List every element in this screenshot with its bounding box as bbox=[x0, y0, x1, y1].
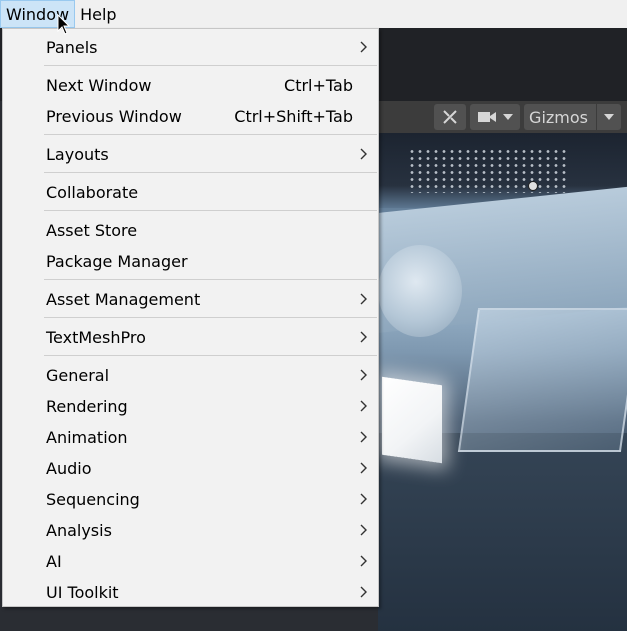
menu-item-label: Panels bbox=[46, 38, 98, 57]
scene-view[interactable] bbox=[378, 133, 627, 631]
menu-separator bbox=[44, 355, 377, 356]
menu-item-previous-window[interactable]: Previous Window Ctrl+Shift+Tab bbox=[3, 101, 378, 132]
gizmos-dropdown-icon[interactable] bbox=[596, 104, 621, 130]
chevron-right-icon bbox=[360, 331, 367, 343]
menu-item-label: Asset Management bbox=[46, 290, 201, 309]
menu-item-asset-management[interactable]: Asset Management bbox=[3, 284, 378, 315]
menu-item-package-manager[interactable]: Package Manager bbox=[3, 246, 378, 277]
chevron-right-icon bbox=[360, 524, 367, 536]
menu-item-textmeshpro[interactable]: TextMeshPro bbox=[3, 322, 378, 353]
chevron-right-icon bbox=[360, 369, 367, 381]
scene-glass-panel bbox=[457, 308, 627, 452]
tools-icon bbox=[441, 108, 459, 126]
window-menu: Panels Next Window Ctrl+Tab Previous Win… bbox=[2, 28, 379, 607]
menu-item-next-window[interactable]: Next Window Ctrl+Tab bbox=[3, 70, 378, 101]
mouse-cursor-icon bbox=[57, 14, 71, 35]
menu-item-label: Rendering bbox=[46, 397, 128, 416]
scene-ground bbox=[378, 433, 627, 631]
chevron-down-icon bbox=[503, 113, 514, 121]
menu-separator bbox=[44, 65, 377, 66]
menu-item-layouts[interactable]: Layouts bbox=[3, 139, 378, 170]
menu-item-label: Analysis bbox=[46, 521, 112, 540]
scene-city-lights bbox=[408, 148, 568, 193]
chevron-right-icon bbox=[360, 400, 367, 412]
gizmos-label: Gizmos bbox=[529, 107, 588, 127]
chevron-right-icon bbox=[360, 462, 367, 474]
camera-icon bbox=[477, 110, 497, 124]
chevron-right-icon bbox=[360, 41, 367, 53]
menu-separator bbox=[44, 134, 377, 135]
menu-item-sequencing[interactable]: Sequencing bbox=[3, 484, 378, 515]
menu-item-audio[interactable]: Audio bbox=[3, 453, 378, 484]
menu-item-label: Animation bbox=[46, 428, 128, 447]
menu-item-shortcut: Ctrl+Shift+Tab bbox=[234, 107, 353, 126]
menu-item-label: Layouts bbox=[46, 145, 109, 164]
camera-button[interactable] bbox=[470, 104, 521, 130]
menu-item-collaborate[interactable]: Collaborate bbox=[3, 177, 378, 208]
menu-item-ui-toolkit[interactable]: UI Toolkit bbox=[3, 577, 378, 608]
chevron-right-icon bbox=[360, 293, 367, 305]
tools-button[interactable] bbox=[434, 104, 467, 130]
chevron-right-icon bbox=[360, 493, 367, 505]
chevron-right-icon bbox=[360, 586, 367, 598]
menu-item-panels[interactable]: Panels bbox=[3, 32, 378, 63]
menu-item-label: Package Manager bbox=[46, 252, 188, 271]
menu-item-analysis[interactable]: Analysis bbox=[3, 515, 378, 546]
menubar: Window Help bbox=[0, 0, 627, 28]
menu-separator bbox=[44, 172, 377, 173]
chevron-right-icon bbox=[360, 431, 367, 443]
menu-separator bbox=[44, 317, 377, 318]
menu-item-general[interactable]: General bbox=[3, 360, 378, 391]
chevron-right-icon bbox=[360, 148, 367, 160]
menu-item-label: TextMeshPro bbox=[46, 328, 146, 347]
scene-toolbar: Gizmos bbox=[378, 101, 627, 133]
scene-marker bbox=[528, 181, 538, 191]
scene-light-cube bbox=[382, 376, 442, 464]
menu-item-label: AI bbox=[46, 552, 62, 571]
menu-item-label: Next Window bbox=[46, 76, 152, 95]
menu-item-label: Asset Store bbox=[46, 221, 138, 240]
menu-item-animation[interactable]: Animation bbox=[3, 422, 378, 453]
menu-item-label: Audio bbox=[46, 459, 92, 478]
menu-separator bbox=[44, 210, 377, 211]
menu-item-ai[interactable]: AI bbox=[3, 546, 378, 577]
menu-item-label: Previous Window bbox=[46, 107, 182, 126]
chevron-right-icon bbox=[360, 555, 367, 567]
menubar-help[interactable]: Help bbox=[75, 0, 121, 28]
menu-item-label: Sequencing bbox=[46, 490, 140, 509]
menu-item-shortcut: Ctrl+Tab bbox=[284, 76, 353, 95]
menu-item-label: Collaborate bbox=[46, 183, 139, 202]
menu-item-label: General bbox=[46, 366, 110, 385]
menu-item-label: UI Toolkit bbox=[46, 583, 119, 602]
gizmos-button[interactable]: Gizmos bbox=[524, 104, 621, 130]
scene-sphere bbox=[378, 245, 462, 337]
menu-separator bbox=[44, 279, 377, 280]
menu-item-rendering[interactable]: Rendering bbox=[3, 391, 378, 422]
menu-item-asset-store[interactable]: Asset Store bbox=[3, 215, 378, 246]
